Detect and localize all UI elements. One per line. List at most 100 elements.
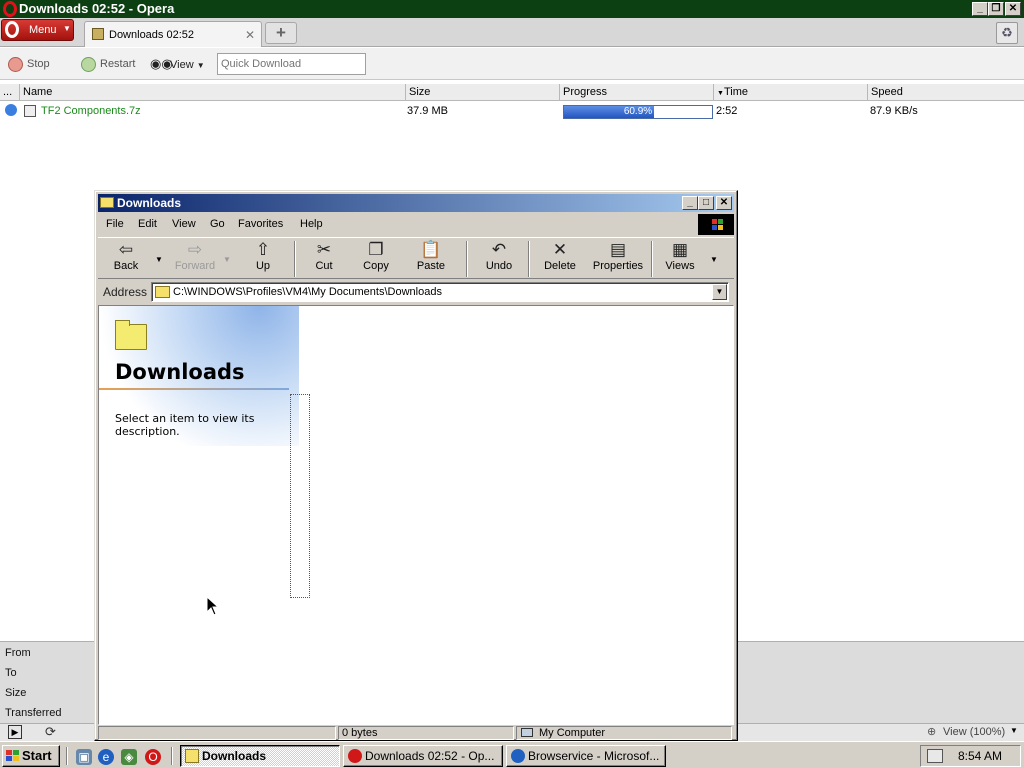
back-dropdown-icon[interactable]: ▼ — [155, 255, 163, 264]
undo-button[interactable]: ↶ Undo — [478, 240, 520, 278]
column-progress[interactable]: Progress — [559, 84, 713, 101]
column-speed[interactable]: Speed — [867, 84, 1021, 101]
maximize-button[interactable]: □ — [698, 196, 714, 210]
minimize-button[interactable]: _ — [682, 196, 698, 210]
panel-toggle-icon[interactable]: ▶ — [8, 725, 22, 739]
forward-dropdown-icon[interactable]: ▼ — [223, 255, 231, 264]
column-size[interactable]: Size — [405, 84, 559, 101]
up-folder-icon: ⇧ — [255, 240, 271, 259]
opera-icon[interactable]: O — [145, 749, 161, 765]
explorer-title-bar[interactable]: Downloads _ □ ✕ — [98, 194, 734, 212]
details-from-label: From — [5, 647, 31, 659]
copy-button[interactable]: ❐ Copy — [358, 240, 394, 278]
quick-download-input[interactable] — [217, 53, 366, 75]
folder-icon — [100, 197, 114, 208]
tab-downloads[interactable]: Downloads 02:52 ✕ — [84, 21, 262, 47]
sort-arrow-icon: ▼ — [717, 90, 724, 97]
properties-icon: ▤ — [609, 240, 627, 259]
delete-button[interactable]: ✕ Delete — [538, 240, 582, 278]
task-browservice[interactable]: Browservice - Microsof... — [506, 745, 666, 767]
close-button[interactable]: ✕ — [1005, 2, 1021, 16]
folder-icon — [155, 286, 170, 298]
taskbar-separator — [66, 747, 68, 765]
column-time-label: Time — [723, 86, 748, 98]
view-button[interactable]: ◉◉View ▼ — [150, 55, 205, 73]
channels-icon[interactable]: ◈ — [121, 749, 137, 765]
menu-go[interactable]: Go — [210, 218, 225, 230]
new-tab-button[interactable]: + — [265, 22, 297, 44]
download-row[interactable]: TF2 Components.7z 37.9 MB 60.9% 2:52 87.… — [0, 103, 1024, 120]
stop-button[interactable]: Stop — [8, 55, 50, 73]
opera-tab-bar: Menu ▼ Downloads 02:52 ✕ + ♻ — [0, 18, 1024, 47]
opera-title-bar[interactable]: Downloads 02:52 - Opera _ ❐ ✕ — [0, 0, 1024, 18]
column-more[interactable]: ... — [0, 84, 19, 101]
download-time: 2:52 — [716, 105, 738, 117]
views-label: Views — [665, 260, 695, 272]
clock[interactable]: 8:54 AM — [958, 749, 1002, 763]
menu-file[interactable]: File — [106, 218, 124, 230]
chevron-down-icon[interactable]: ▼ — [1010, 726, 1018, 735]
task-opera[interactable]: Downloads 02:52 - Op... — [343, 745, 503, 767]
properties-label: Properties — [592, 260, 644, 272]
up-button[interactable]: ⇧ Up — [243, 240, 283, 278]
close-button[interactable]: ✕ — [716, 196, 732, 210]
explorer-menu-bar: File Edit View Go Favorites Help — [98, 213, 734, 235]
downloads-toolbar: Stop Restart ◉◉View ▼ — [0, 48, 1024, 80]
tab-label: Downloads 02:52 — [109, 29, 195, 41]
details-transferred-label: Transferred — [5, 707, 62, 719]
trash-icon[interactable]: ♻ — [996, 22, 1018, 44]
zoom-level[interactable]: View (100%) — [943, 726, 1005, 738]
close-tab-icon[interactable]: ✕ — [245, 28, 255, 42]
task-downloads-explorer[interactable]: Downloads — [180, 745, 340, 767]
menu-view[interactable]: View — [172, 218, 196, 230]
column-name[interactable]: Name — [19, 84, 405, 101]
paste-button[interactable]: 📋 Paste — [412, 240, 450, 278]
menu-edit[interactable]: Edit — [138, 218, 157, 230]
back-button[interactable]: ⇦ Back — [106, 240, 146, 278]
internet-explorer-icon — [511, 749, 525, 763]
explorer-window: Downloads _ □ ✕ File Edit View Go Favori… — [94, 190, 738, 741]
explorer-toolbar: ⇦ Back ▼ ⇨ Forward ▼ ⇧ Up ✂ Cut ❐ Copy 📋 Paste… — [98, 237, 734, 279]
download-name: TF2 Components.7z — [41, 105, 141, 117]
progress-text: 60.9% — [623, 106, 653, 117]
restore-button[interactable]: ❐ — [988, 2, 1004, 16]
address-path: C:\WINDOWS\Profiles\VM4\My Documents\Dow… — [173, 286, 442, 298]
address-dropdown-icon[interactable]: ▼ — [712, 284, 727, 300]
windows-logo-icon — [698, 214, 734, 235]
forward-button[interactable]: ⇨ Forward — [170, 240, 220, 278]
column-time[interactable]: ▼Time — [713, 84, 867, 101]
download-speed: 87.9 KB/s — [870, 105, 918, 117]
minimize-button[interactable]: _ — [972, 2, 988, 16]
address-field[interactable]: C:\WINDOWS\Profiles\VM4\My Documents\Dow… — [151, 282, 729, 302]
delete-label: Delete — [544, 260, 576, 272]
restart-icon — [81, 56, 96, 72]
toolbar-separator — [294, 241, 296, 277]
reload-icon[interactable]: ⟳ — [45, 724, 56, 740]
download-icon — [92, 28, 104, 40]
views-button[interactable]: ▦ Views — [660, 240, 700, 278]
start-button[interactable]: Start — [2, 745, 60, 767]
views-dropdown-icon[interactable]: ▼ — [710, 255, 718, 264]
task-label: Downloads 02:52 - Op... — [365, 749, 495, 763]
opera-logo-icon — [5, 21, 19, 38]
properties-button[interactable]: ▤ Properties — [588, 240, 648, 278]
info-frame — [290, 394, 310, 598]
details-size-label: Size — [5, 687, 27, 699]
address-label: Address — [103, 285, 148, 299]
folder-icon — [115, 320, 147, 350]
menu-label: Menu — [29, 24, 57, 36]
menu-favorites[interactable]: Favorites — [238, 218, 283, 230]
forward-arrow-icon: ⇨ — [187, 240, 203, 259]
cut-label: Cut — [315, 260, 333, 272]
task-scheduler-icon[interactable] — [927, 749, 943, 763]
toolbar-separator — [528, 241, 530, 277]
status-icon — [5, 104, 17, 116]
cut-button[interactable]: ✂ Cut — [306, 240, 342, 278]
show-desktop-icon[interactable]: ▣ — [76, 749, 92, 765]
opera-menu-button[interactable]: Menu ▼ — [1, 19, 74, 41]
folder-view[interactable]: Downloads Select an item to view its des… — [98, 305, 734, 725]
internet-explorer-icon[interactable]: e — [98, 749, 114, 765]
chevron-down-icon: ▼ — [196, 61, 205, 70]
restart-button[interactable]: Restart — [81, 55, 135, 73]
menu-help[interactable]: Help — [300, 218, 323, 230]
